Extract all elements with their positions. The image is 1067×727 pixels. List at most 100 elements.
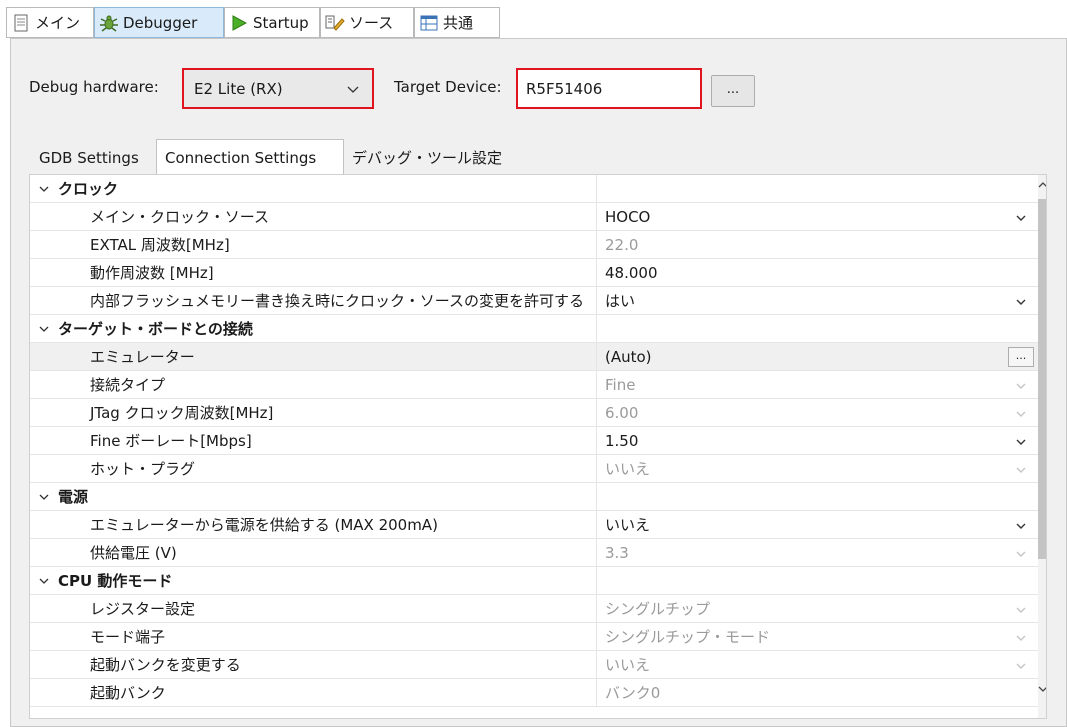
category-row[interactable]: 電源 <box>30 483 1038 511</box>
target-device-browse-button[interactable]: ... <box>711 75 755 107</box>
chevron-down-icon[interactable] <box>38 483 50 511</box>
chevron-down-icon <box>1015 623 1027 651</box>
row-label-text: エミュレーター <box>90 348 195 366</box>
property-value[interactable]: (Auto) <box>605 343 1005 371</box>
window-icon <box>419 13 439 33</box>
debug-hardware-label: Debug hardware: <box>29 78 159 96</box>
row-label-text: メイン・クロック・ソース <box>90 208 269 226</box>
property-row[interactable]: Fine ボーレート[Mbps] 1.50 <box>30 427 1038 455</box>
row-label-text: モード端子 <box>90 628 166 646</box>
emulator-browse-button[interactable]: ... <box>1008 347 1034 367</box>
source-icon <box>325 13 345 33</box>
chevron-down-icon[interactable] <box>38 175 50 203</box>
row-label-text: 電源 <box>58 488 89 506</box>
chevron-down-icon <box>346 78 360 104</box>
tab-main[interactable]: メイン <box>6 7 94 38</box>
property-value[interactable]: はい <box>605 287 1005 315</box>
target-device-field[interactable]: R5F51406 <box>516 68 702 109</box>
tab-debugger-label: Debugger <box>123 13 198 32</box>
target-device-value: R5F51406 <box>526 80 603 98</box>
tab-debug-tool-settings[interactable]: デバッグ・ツール設定 <box>344 142 512 174</box>
chevron-down-icon[interactable] <box>1038 683 1046 696</box>
property-row[interactable]: 起動バンクを変更する いいえ <box>30 651 1038 679</box>
property-value: 22.0 <box>605 236 639 254</box>
row-label-text: クロック <box>58 180 119 198</box>
chevron-down-icon <box>1015 371 1027 399</box>
property-row[interactable]: エミュレーター (Auto)... <box>30 343 1038 371</box>
property-value: Fine <box>605 376 636 394</box>
tab-startup[interactable]: Startup <box>224 7 320 38</box>
debug-hardware-combo[interactable]: E2 Lite (RX) <box>182 68 374 109</box>
category-label: CPU 動作モード <box>30 567 597 595</box>
property-name: エミュレーター <box>30 343 597 371</box>
chevron-down-icon[interactable] <box>1015 427 1027 455</box>
target-device-label: Target Device: <box>394 78 502 96</box>
property-name: 動作周波数 [MHz] <box>30 259 597 287</box>
property-row[interactable]: レジスター設定 シングルチップ <box>30 595 1038 623</box>
property-value: シングルチップ・モード <box>605 628 771 646</box>
property-row[interactable]: エミュレーターから電源を供給する (MAX 200mA) いいえ <box>30 511 1038 539</box>
bug-icon <box>99 13 119 33</box>
category-label: 電源 <box>30 483 597 511</box>
property-row[interactable]: ホット・プラグ いいえ <box>30 455 1038 483</box>
tab-common[interactable]: 共通 <box>414 7 500 38</box>
row-label-text: レジスター設定 <box>90 600 196 618</box>
category-label: クロック <box>30 175 597 203</box>
tab-gdb-settings[interactable]: GDB Settings <box>31 142 155 174</box>
property-row[interactable]: メイン・クロック・ソース HOCO <box>30 203 1038 231</box>
chevron-down-icon[interactable] <box>1015 203 1027 231</box>
category-row[interactable]: ターゲット・ボードとの接続 <box>30 315 1038 343</box>
chevron-down-icon <box>1015 539 1027 567</box>
property-row[interactable]: 供給電圧 (V) 3.3 <box>30 539 1038 567</box>
property-name: メイン・クロック・ソース <box>30 203 597 231</box>
property-row[interactable]: JTag クロック周波数[MHz] 6.00 <box>30 399 1038 427</box>
property-row[interactable]: EXTAL 周波数[MHz] 22.0 <box>30 231 1038 259</box>
property-row[interactable]: モード端子 シングルチップ・モード <box>30 623 1038 651</box>
property-value: いいえ <box>605 460 651 478</box>
category-row[interactable]: CPU 動作モード <box>30 567 1038 595</box>
category-row[interactable]: クロック <box>30 175 1038 203</box>
property-name: ホット・プラグ <box>30 455 597 483</box>
chevron-down-icon[interactable] <box>1015 511 1027 539</box>
property-value: バンク0 <box>605 684 661 702</box>
scrollbar-thumb[interactable] <box>1038 199 1046 559</box>
row-label-text: Fine ボーレート[Mbps] <box>90 432 252 450</box>
row-label-text: 起動バンクを変更する <box>90 656 241 674</box>
row-label-text: JTag クロック周波数[MHz] <box>90 404 274 422</box>
property-name: 起動バンク <box>30 679 597 707</box>
chevron-down-icon[interactable] <box>38 315 50 343</box>
property-name: 内部フラッシュメモリー書き換え時にクロック・ソースの変更を許可する <box>30 287 597 315</box>
property-value: 3.3 <box>605 544 629 562</box>
property-value[interactable]: 1.50 <box>605 427 1005 455</box>
tab-connection-settings[interactable]: Connection Settings <box>156 139 344 175</box>
property-name: Fine ボーレート[Mbps] <box>30 427 597 455</box>
chevron-down-icon[interactable] <box>1015 287 1027 315</box>
row-label-text: 接続タイプ <box>90 376 166 394</box>
chevron-down-icon[interactable] <box>38 567 50 595</box>
property-row[interactable]: 起動バンク バンク0 <box>30 679 1038 707</box>
property-value[interactable]: いいえ <box>605 511 1005 539</box>
row-label-text: 動作周波数 [MHz] <box>90 264 214 282</box>
play-icon <box>229 13 249 33</box>
property-name: レジスター設定 <box>30 595 597 623</box>
property-value: 6.00 <box>605 404 639 422</box>
chevron-down-icon <box>1015 399 1027 427</box>
row-label-text: エミュレーターから電源を供給する (MAX 200mA) <box>90 516 438 534</box>
property-name: 接続タイプ <box>30 371 597 399</box>
property-value[interactable]: HOCO <box>605 203 1005 231</box>
chevron-down-icon <box>1015 651 1027 679</box>
property-value[interactable]: 48.000 <box>605 259 1005 287</box>
property-name: JTag クロック周波数[MHz] <box>30 399 597 427</box>
category-label: ターゲット・ボードとの接続 <box>30 315 597 343</box>
tab-source-label: ソース <box>349 14 394 32</box>
row-label-text: CPU 動作モード <box>58 572 173 590</box>
property-name: 起動バンクを変更する <box>30 651 597 679</box>
vertical-scrollbar[interactable] <box>1038 175 1046 718</box>
chevron-up-icon[interactable] <box>1038 179 1046 192</box>
property-name: EXTAL 周波数[MHz] <box>30 231 597 259</box>
property-row[interactable]: 動作周波数 [MHz] 48.000 <box>30 259 1038 287</box>
tab-source[interactable]: ソース <box>320 7 414 38</box>
property-row[interactable]: 接続タイプ Fine <box>30 371 1038 399</box>
property-row[interactable]: 内部フラッシュメモリー書き換え時にクロック・ソースの変更を許可する はい <box>30 287 1038 315</box>
tab-debugger[interactable]: Debugger <box>94 7 224 38</box>
